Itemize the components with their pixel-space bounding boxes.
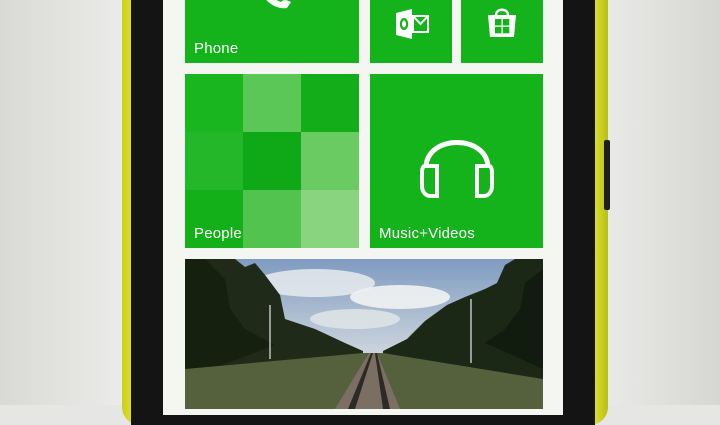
tile-store[interactable]: [461, 0, 543, 63]
store-bag-icon: [488, 8, 516, 37]
people-mosaic-cell: [301, 74, 359, 132]
people-mosaic-cell: [301, 132, 359, 190]
tile-phone[interactable]: Phone: [185, 0, 359, 63]
tile-music-videos[interactable]: Music+Videos: [370, 74, 543, 248]
tile-people[interactable]: People: [185, 74, 359, 248]
phone-handset-icon: [266, 0, 291, 9]
people-mosaic-cell: [243, 74, 301, 132]
tile-photos[interactable]: [185, 259, 543, 409]
tile-music-videos-label: Music+Videos: [379, 225, 475, 242]
people-mosaic-cell: [243, 190, 301, 248]
people-mosaic-cell: [185, 132, 243, 190]
tile-people-label: People: [194, 225, 242, 242]
tile-phone-label: Phone: [194, 40, 239, 57]
people-mosaic-cell: [185, 74, 243, 132]
railroad-photo: [185, 259, 543, 409]
phone-side-button: [604, 140, 610, 210]
people-mosaic: [185, 74, 359, 248]
people-mosaic-cell: [243, 132, 301, 190]
tile-office[interactable]: [370, 0, 452, 63]
headphones-icon: [420, 140, 494, 198]
people-mosaic-cell: [301, 190, 359, 248]
office-outlook-icon: [396, 9, 429, 39]
